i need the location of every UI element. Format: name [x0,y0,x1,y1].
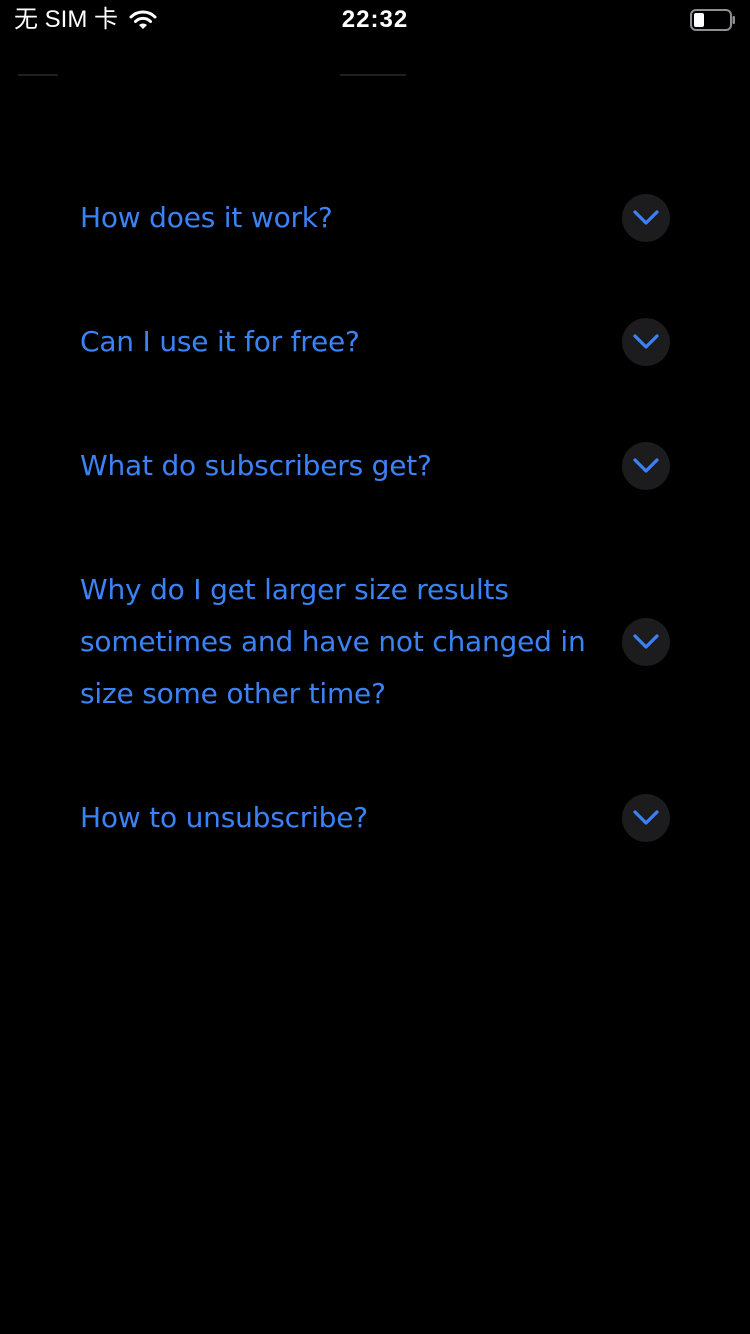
chevron-down-icon [633,810,659,825]
faq-item[interactable]: What do subscribers get? [80,440,670,492]
faq-question: Can I use it for free? [80,325,360,358]
chevron-down-icon [633,210,659,225]
chevron-down-icon [633,458,659,473]
chevron-down-icon [633,334,659,349]
faq-item[interactable]: How to unsubscribe? [80,792,670,844]
nav-title-hidden [340,74,406,82]
faq-item[interactable]: How does it work? [80,192,670,244]
faq-toggle-button[interactable] [622,794,670,842]
faq-toggle-button[interactable] [622,442,670,490]
battery-icon [690,9,735,31]
faq-question: Why do I get larger size results sometim… [80,573,586,710]
status-time: 22:32 [341,6,409,33]
faq-toggle-button[interactable] [622,318,670,366]
chevron-down-icon [633,634,659,649]
faq-item[interactable]: Why do I get larger size results sometim… [80,564,670,720]
status-bar: 无 SIM 卡 22:32 [0,0,750,40]
faq-item[interactable]: Can I use it for free? [80,316,670,368]
faq-toggle-button[interactable] [622,194,670,242]
nav-back-hidden [18,74,58,82]
faq-toggle-button[interactable] [622,618,670,666]
faq-question: How to unsubscribe? [80,801,368,834]
nav-bar-hidden [0,64,750,94]
faq-question: What do subscribers get? [80,449,432,482]
faq-question: How does it work? [80,201,333,234]
